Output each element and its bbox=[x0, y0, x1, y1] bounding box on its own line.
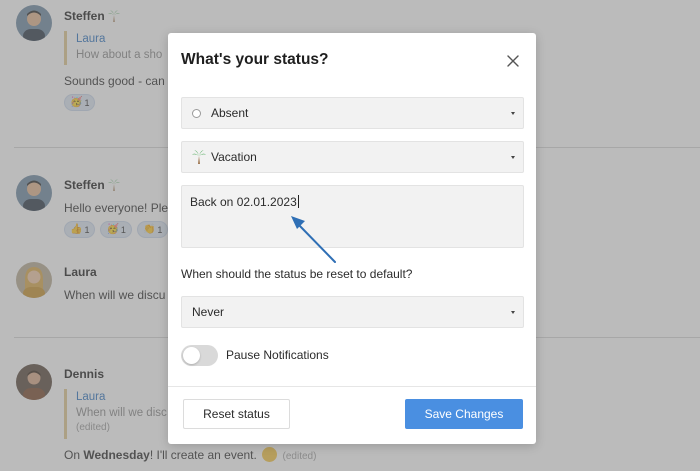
reset-status-button[interactable]: Reset status bbox=[183, 399, 290, 429]
reset-select[interactable]: Never bbox=[181, 296, 524, 328]
save-changes-button[interactable]: Save Changes bbox=[405, 399, 523, 429]
close-icon bbox=[507, 55, 519, 67]
caret-down-icon bbox=[511, 311, 515, 314]
status-message-value: Back on 02.01.2023 bbox=[190, 195, 297, 209]
caret-down-icon bbox=[511, 112, 515, 115]
footer-divider bbox=[168, 386, 536, 387]
status-select[interactable]: Vacation bbox=[181, 141, 524, 173]
pause-notifications-toggle[interactable] bbox=[181, 345, 218, 366]
radio-circle-icon bbox=[192, 108, 201, 118]
status-message-input[interactable]: Back on 02.01.2023 bbox=[181, 185, 524, 248]
pause-notifications-label: Pause Notifications bbox=[226, 348, 329, 362]
caret-down-icon bbox=[511, 156, 515, 159]
close-button[interactable] bbox=[505, 53, 521, 69]
text-cursor bbox=[297, 195, 299, 208]
reset-select-value: Never bbox=[192, 305, 225, 319]
presence-select-value: Absent bbox=[211, 106, 249, 120]
status-select-value: Vacation bbox=[211, 150, 257, 164]
status-dialog: What's your status? Absent Vacation Back… bbox=[168, 33, 536, 444]
palm-tree-icon bbox=[192, 150, 206, 164]
dialog-title: What's your status? bbox=[181, 51, 329, 68]
toggle-knob bbox=[183, 347, 200, 364]
presence-select[interactable]: Absent bbox=[181, 97, 524, 129]
reset-question-label: When should the status be reset to defau… bbox=[181, 267, 413, 281]
